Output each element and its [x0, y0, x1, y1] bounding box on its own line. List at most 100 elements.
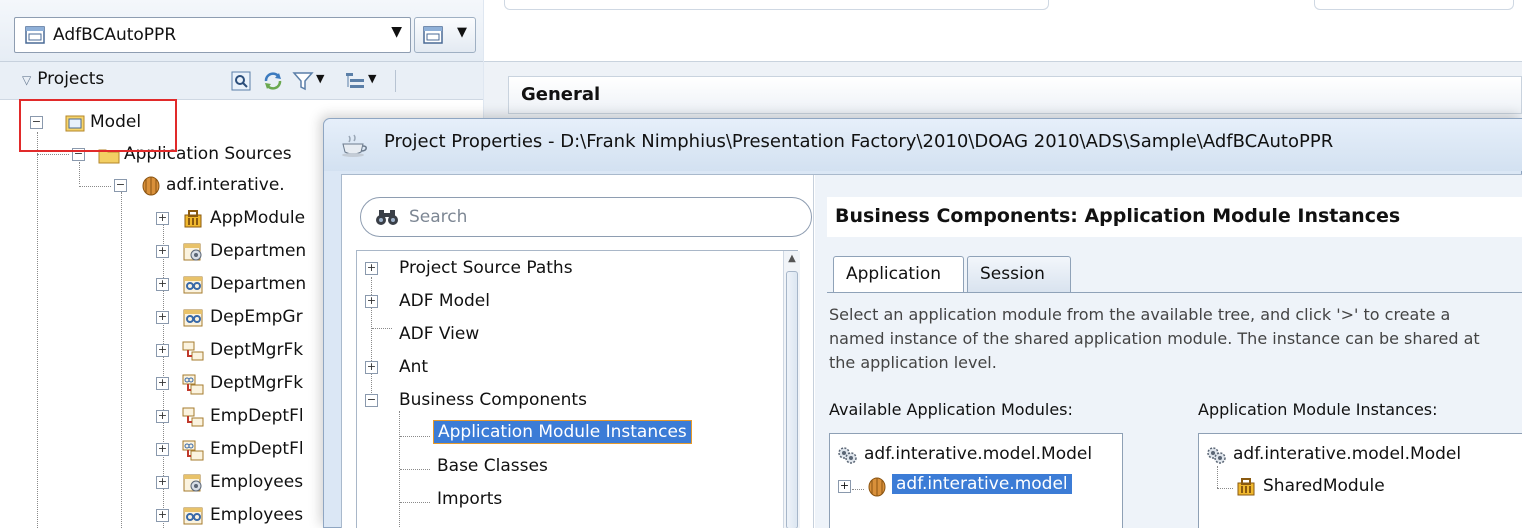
- editor-toolbar: [484, 0, 1522, 62]
- tree-connector: [79, 186, 111, 187]
- view-link-icon: [182, 374, 204, 395]
- gear-group-icon: [838, 447, 857, 464]
- projects-panel-header: ▽ Projects ▼ ▼: [0, 62, 483, 100]
- application-icon: [25, 26, 45, 44]
- available-modules-tree[interactable]: adf.interative.model.Model + adf.interat…: [829, 433, 1123, 528]
- tree-node-label: DepEmpGr: [210, 307, 303, 327]
- expand-icon[interactable]: +: [838, 480, 851, 493]
- properties-tree: + Project Source Paths + ADF Model ADF V…: [356, 250, 800, 528]
- expand-icon[interactable]: +: [365, 295, 378, 308]
- view-object-icon: [183, 507, 203, 525]
- projects-label: Projects: [37, 69, 105, 89]
- expand-icon[interactable]: +: [365, 361, 378, 374]
- label-text: Available Application Modules:: [829, 400, 1073, 419]
- expand-icon[interactable]: +: [156, 443, 169, 456]
- binoculars-icon: [376, 210, 398, 225]
- scrollbar-thumb[interactable]: [786, 271, 798, 528]
- chevron-down-icon[interactable]: ▼: [368, 72, 376, 85]
- scroll-up-icon[interactable]: ▲: [786, 253, 798, 267]
- expand-icon[interactable]: +: [156, 377, 169, 390]
- nav-item-label: Imports: [437, 489, 503, 509]
- view-link-icon: [182, 440, 204, 461]
- find-icon[interactable]: [230, 70, 252, 92]
- jdeveloper-cup-icon: [342, 134, 367, 157]
- chevron-down-icon[interactable]: ▼: [391, 24, 402, 40]
- expand-icon[interactable]: +: [156, 245, 169, 258]
- expand-icon[interactable]: +: [365, 262, 378, 275]
- tree-node-label: AppModule: [210, 208, 306, 228]
- refresh-icon[interactable]: [262, 70, 284, 92]
- collapse-icon[interactable]: −: [114, 179, 127, 192]
- search-input[interactable]: [409, 205, 789, 229]
- tree-node-label: DeptMgrFk: [210, 373, 304, 393]
- content-heading-text: Business Components: Application Module …: [835, 205, 1401, 227]
- application-menu-button[interactable]: ▼: [414, 17, 476, 53]
- list-item-label: adf.interative.model.Model: [864, 444, 1093, 464]
- nav-item-label: Project Source Paths: [399, 258, 573, 278]
- expand-icon[interactable]: +: [156, 212, 169, 225]
- search-field[interactable]: [360, 197, 812, 237]
- tree-connector: [1217, 466, 1218, 488]
- tree-node-label: adf.interative.: [166, 175, 285, 195]
- project-properties-dialog: Project Properties - D:\Frank Nimphius\P…: [323, 118, 1522, 528]
- nav-item-label: ADF View: [399, 324, 480, 344]
- tab-label: Application: [846, 264, 941, 284]
- expand-icon[interactable]: +: [156, 476, 169, 489]
- chevron-down-icon[interactable]: ▼: [316, 72, 324, 85]
- chevron-down-icon: ▼: [457, 25, 467, 40]
- expand-icon[interactable]: +: [156, 509, 169, 522]
- filter-icon[interactable]: [292, 70, 314, 92]
- module-instances-tree[interactable]: adf.interative.model.Model SharedModule: [1198, 433, 1522, 528]
- tab-divider: [827, 292, 1522, 293]
- tree-connector: [372, 328, 392, 329]
- nav-scrollbar[interactable]: ▲: [783, 251, 800, 528]
- application-icon: [423, 26, 443, 44]
- instructions-line: Select an application module from the av…: [829, 305, 1451, 324]
- dialog-body: + Project Source Paths + ADF Model ADF V…: [341, 174, 1522, 528]
- list-item-label: SharedModule: [1263, 476, 1385, 496]
- tree-node-label: Employees: [210, 505, 304, 525]
- instructions-line: the application level.: [829, 353, 997, 372]
- editor-field: [1314, 0, 1514, 10]
- module-instances-label: Application Module Instances:: [1198, 400, 1438, 419]
- instructions-text: Select an application module from the av…: [829, 303, 1522, 375]
- tree-connector: [37, 132, 38, 528]
- tab-application[interactable]: Application: [833, 256, 964, 292]
- nav-item-label: Ant: [399, 357, 429, 377]
- application-toolbar: AdfBCAutoPPR ▼ ▼: [0, 0, 483, 62]
- working-sets-icon[interactable]: [344, 70, 366, 92]
- general-section-header[interactable]: General: [508, 76, 1522, 114]
- association-icon: [182, 341, 204, 361]
- view-object-icon: [183, 309, 203, 327]
- application-name: AdfBCAutoPPR: [53, 25, 177, 45]
- expand-icon[interactable]: +: [156, 278, 169, 291]
- application-selector[interactable]: AdfBCAutoPPR ▼: [14, 17, 411, 53]
- properties-navigation-pane: + Project Source Paths + ADF Model ADF V…: [342, 175, 814, 528]
- expand-icon[interactable]: +: [156, 344, 169, 357]
- collapse-icon[interactable]: −: [365, 394, 378, 407]
- tree-node-label: EmpDeptFl: [210, 439, 304, 459]
- label-text: Application Module Instances:: [1198, 400, 1438, 419]
- list-item-label: adf.interative.model: [892, 474, 1072, 494]
- dialog-title-bar[interactable]: Project Properties - D:\Frank Nimphius\P…: [324, 119, 1522, 171]
- tree-node-label: Employees: [210, 472, 304, 492]
- tree-connector: [400, 469, 430, 470]
- tree-node-label: DeptMgrFk: [210, 340, 304, 360]
- tree-node-label: Departmen: [210, 274, 307, 294]
- properties-content-pane: Business Components: Application Module …: [815, 175, 1522, 528]
- projects-toggle[interactable]: ▽ Projects: [22, 69, 104, 89]
- expand-icon[interactable]: +: [156, 410, 169, 423]
- nav-item-label: ADF Model: [399, 291, 490, 311]
- tree-connector: [400, 436, 430, 437]
- list-item-label: adf.interative.model.Model: [1233, 444, 1462, 464]
- expand-icon[interactable]: +: [156, 311, 169, 324]
- toolbar-separator: [395, 70, 396, 92]
- tree-node-label: Departmen: [210, 241, 307, 261]
- tree-connector: [1217, 488, 1233, 489]
- tree-connector: [79, 162, 80, 184]
- tree-connector: [852, 489, 864, 490]
- nav-item-label: Base Classes: [437, 456, 548, 476]
- general-section-title: General: [521, 84, 601, 105]
- dialog-title: Project Properties - D:\Frank Nimphius\P…: [384, 131, 1334, 152]
- tab-session[interactable]: Session: [967, 256, 1071, 292]
